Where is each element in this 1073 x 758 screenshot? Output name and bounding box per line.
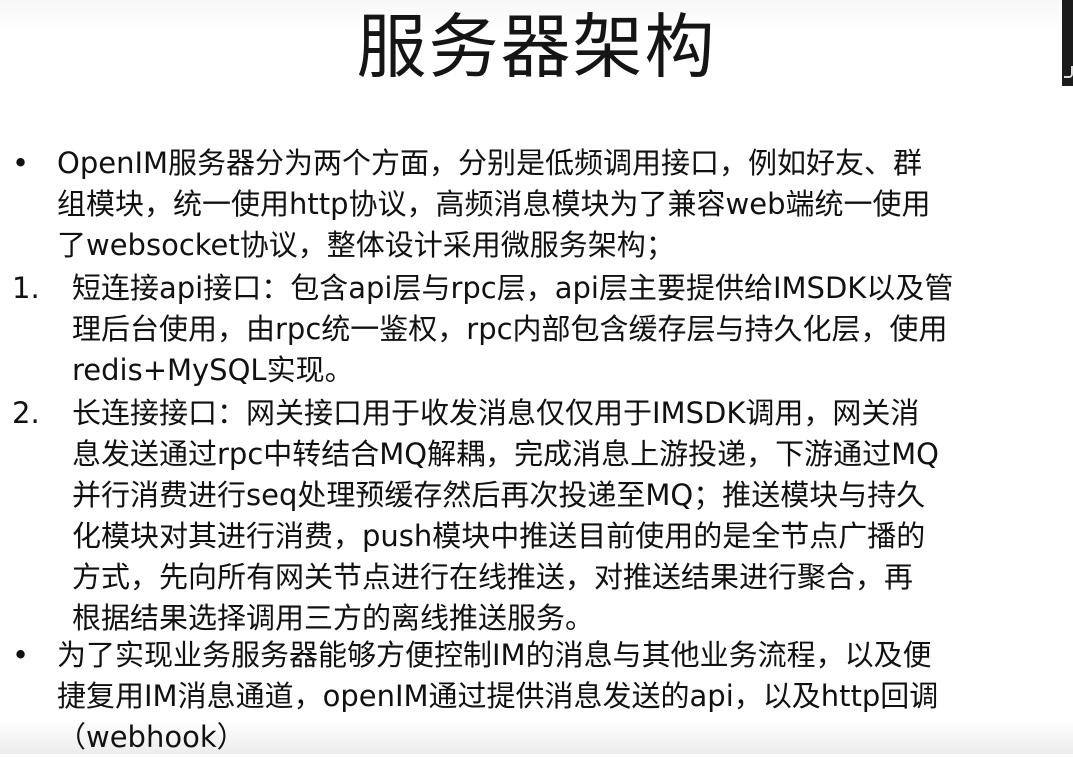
text-line: 方式，先向所有网关节点进行在线推送，对推送结果进行聚合，再 [72, 560, 914, 594]
text-line: OpenIM服务器分为两个方面，分别是低频调用接口，例如好友、群 [57, 146, 923, 180]
text-line: （webhook） [57, 720, 246, 754]
text-line: 长连接接口：网关接口用于收发消息仅仅用于IMSDK调用，网关消 [72, 396, 920, 430]
numbered-text: 短连接api接口：包含api层与rpc层，api层主要提供给IMSDK以及管 理… [72, 268, 953, 391]
text-line: 为了实现业务服务器能够方便控制IM的消息与其他业务流程，以及便 [57, 638, 932, 672]
bullet-marker: • [12, 638, 30, 672]
text-line: 息发送通过rpc中转结合MQ解耦，完成消息上游投递，下游通过MQ [72, 437, 939, 471]
bullet-text: 为了实现业务服务器能够方便控制IM的消息与其他业务流程，以及便 捷复用IM消息通… [57, 635, 938, 758]
text-line: redis+MySQL实现。 [72, 353, 354, 387]
number-marker: 2. [12, 396, 40, 430]
slide-title: 服务器架构 [356, 6, 717, 88]
text-line: 根据结果选择调用三方的离线推送服务。 [72, 601, 595, 635]
window-edge-marker [1062, 0, 1073, 86]
bullet-text: OpenIM服务器分为两个方面，分别是低频调用接口，例如好友、群 组模块，统一使… [57, 143, 931, 266]
slide: 服务器架构 • OpenIM服务器分为两个方面，分别是低频调用接口，例如好友、群… [0, 0, 1073, 754]
text-line: 并行消费进行seq处理预缓存然后再次投递至MQ；推送模块与持久 [72, 478, 926, 512]
text-line: 组模块，统一使用http协议，高频消息模块为了兼容web端统一使用 [57, 187, 931, 221]
bullet-marker: • [12, 146, 30, 180]
number-marker: 1. [12, 271, 40, 305]
text-line: 理后台使用，由rpc统一鉴权，rpc内部包含缓存层与持久化层，使用 [72, 312, 948, 346]
text-line: 短连接api接口：包含api层与rpc层，api层主要提供给IMSDK以及管 [72, 271, 954, 305]
numbered-text: 长连接接口：网关接口用于收发消息仅仅用于IMSDK调用，网关消 息发送通过rpc… [72, 393, 939, 639]
text-line: 捷复用IM消息通道，openIM通过提供消息发送的api，以及http回调 [57, 679, 939, 713]
corner-hook-icon [1064, 66, 1073, 78]
text-line: 化模块对其进行消费，push模块中推送目前使用的是全节点广播的 [72, 519, 926, 553]
text-line: 了websocket协议，整体设计采用微服务架构； [57, 228, 675, 262]
